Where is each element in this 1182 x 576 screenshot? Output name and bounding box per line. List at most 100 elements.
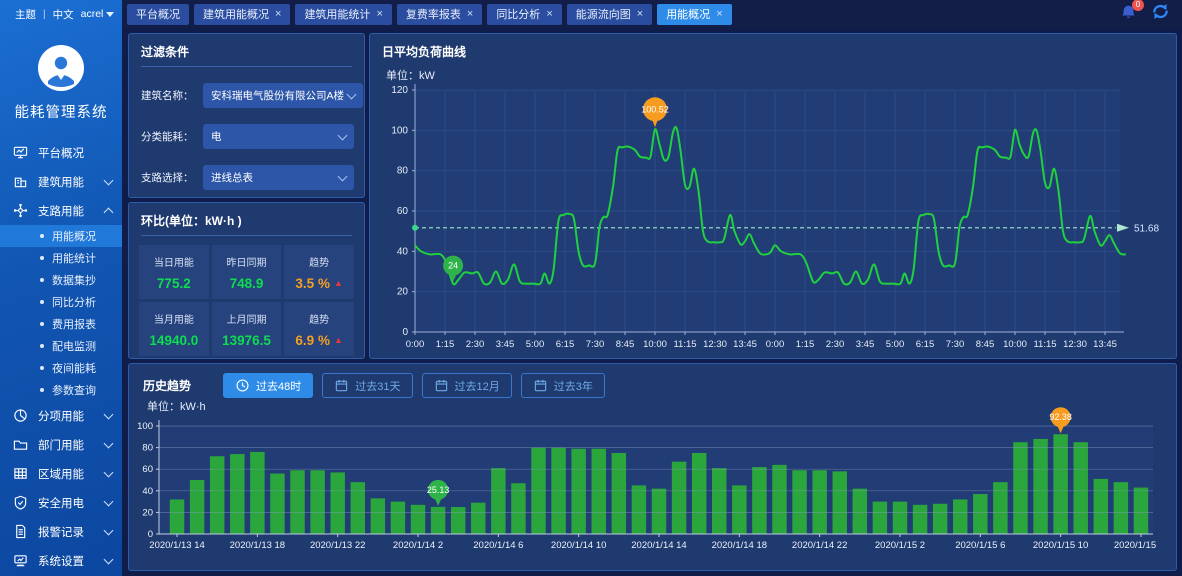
tab-item[interactable]: 建筑用能概况× [194,4,290,25]
bar[interactable] [491,468,505,534]
range-button-label: 过去31天 [355,378,400,394]
bar[interactable] [993,482,1007,534]
bar[interactable] [471,503,485,534]
bar[interactable] [652,489,666,534]
tab-close-icon[interactable]: × [546,9,552,20]
bar[interactable] [1134,488,1148,534]
branch-select[interactable]: 进线总表 [203,165,354,190]
bar[interactable] [270,474,284,534]
bar[interactable] [250,452,264,534]
tab-item[interactable]: 能源流向图× [567,4,652,25]
bar[interactable] [893,502,907,534]
bar[interactable] [1053,434,1067,534]
tab-close-icon[interactable]: × [376,9,382,20]
sidebar-item-5[interactable]: 区域用能 [0,459,122,488]
range-31d-button[interactable]: 过去31天 [322,373,412,398]
bar[interactable] [672,462,686,534]
range-3y-button[interactable]: 过去3年 [521,373,605,398]
sidebar-subitem[interactable]: 配电监测 [0,335,122,357]
bar[interactable] [632,485,646,534]
bar[interactable] [290,470,304,534]
load-curve-chart[interactable]: 单位：kW0204060801001200:001:152:303:455:00… [370,66,1174,362]
bar[interactable] [210,456,224,534]
chevron-down-icon [347,89,357,99]
language-link[interactable]: 中文 [53,7,74,22]
bar[interactable] [812,470,826,534]
bar[interactable] [411,505,425,534]
bar[interactable] [1073,442,1087,534]
bar[interactable] [612,453,626,534]
bar[interactable] [873,502,887,534]
sidebar-item-1[interactable]: 建筑用能 [0,167,122,196]
sidebar-subitem[interactable]: 用能统计 [0,247,122,269]
sidebar-item-7[interactable]: 报警记录 [0,517,122,546]
svg-text:11:15: 11:15 [673,339,696,350]
svg-text:6:15: 6:15 [556,339,575,350]
sidebar-subitem[interactable]: 用能概况 [0,225,122,247]
bar[interactable] [451,507,465,534]
shield-icon [13,495,28,510]
bar[interactable] [170,499,184,534]
sidebar-subitem[interactable]: 夜间能耗 [0,357,122,379]
bar[interactable] [692,453,706,534]
sidebar-subitem[interactable]: 数据集抄 [0,269,122,291]
bar[interactable] [230,454,244,534]
bar[interactable] [371,498,385,534]
bar[interactable] [712,468,726,534]
sidebar-item-4[interactable]: 部门用能 [0,430,122,459]
bar[interactable] [190,480,204,534]
bar[interactable] [833,471,847,534]
sidebar-item-label: 平台概况 [38,145,112,161]
bar[interactable] [752,467,766,534]
bar[interactable] [973,494,987,534]
bar[interactable] [330,472,344,534]
bar[interactable] [592,449,606,534]
tab-item[interactable]: 同比分析× [487,4,561,25]
sidebar-subitem[interactable]: 费用报表 [0,313,122,335]
sidebar-item-0[interactable]: 平台概况 [0,138,122,167]
sidebar-subitem[interactable]: 参数查询 [0,379,122,401]
bar[interactable] [1033,439,1047,534]
svg-text:60: 60 [142,464,153,475]
bar[interactable] [772,465,786,534]
bar[interactable] [571,449,585,534]
building-name-select[interactable]: 安科瑞电气股份有限公司A楼 [203,83,363,108]
sidebar-subitem-label: 费用报表 [52,316,96,332]
tab-item[interactable]: 用能概况× [657,4,731,25]
sidebar-item-6[interactable]: 安全用电 [0,488,122,517]
tab-close-icon[interactable]: × [275,9,281,20]
tab-item[interactable]: 建筑用能统计× [295,4,391,25]
svg-text:120: 120 [391,85,408,96]
bar[interactable] [913,505,927,534]
sidebar-item-2[interactable]: 支路用能 [0,196,122,225]
bar[interactable] [732,485,746,534]
bar[interactable] [351,482,365,534]
tab-item[interactable]: 平台概况 [127,4,189,25]
bar[interactable] [431,507,445,534]
user-menu[interactable]: acrel [81,8,115,20]
bar[interactable] [1114,482,1128,534]
bar[interactable] [1094,479,1108,534]
range-48h-button[interactable]: 过去48时 [223,373,313,398]
bar[interactable] [953,499,967,534]
sidebar-item-8[interactable]: 系统设置 [0,546,122,575]
tab-close-icon[interactable]: × [467,9,473,20]
tab-item[interactable]: 复费率报表× [397,4,482,25]
bar[interactable] [1013,442,1027,534]
range-12m-button[interactable]: 过去12月 [422,373,512,398]
refresh-icon[interactable] [1151,3,1170,25]
stat-value: 775.2 [157,276,191,291]
sidebar-item-3[interactable]: 分项用能 [0,401,122,430]
bar[interactable] [853,489,867,534]
notifications-bell-icon[interactable]: 0 [1120,3,1137,26]
tab-close-icon[interactable]: × [716,9,722,20]
theme-link[interactable]: 主题 [15,7,36,22]
bar[interactable] [792,470,806,534]
sidebar-subitem[interactable]: 同比分析 [0,291,122,313]
bar[interactable] [933,504,947,534]
bar[interactable] [310,470,324,534]
bar[interactable] [391,502,405,534]
energy-type-select[interactable]: 电 [203,124,354,149]
tab-close-icon[interactable]: × [637,9,643,20]
history-bar-chart[interactable]: 单位：kW·h0204060801002020/1/13 142020/1/13… [129,398,1174,568]
